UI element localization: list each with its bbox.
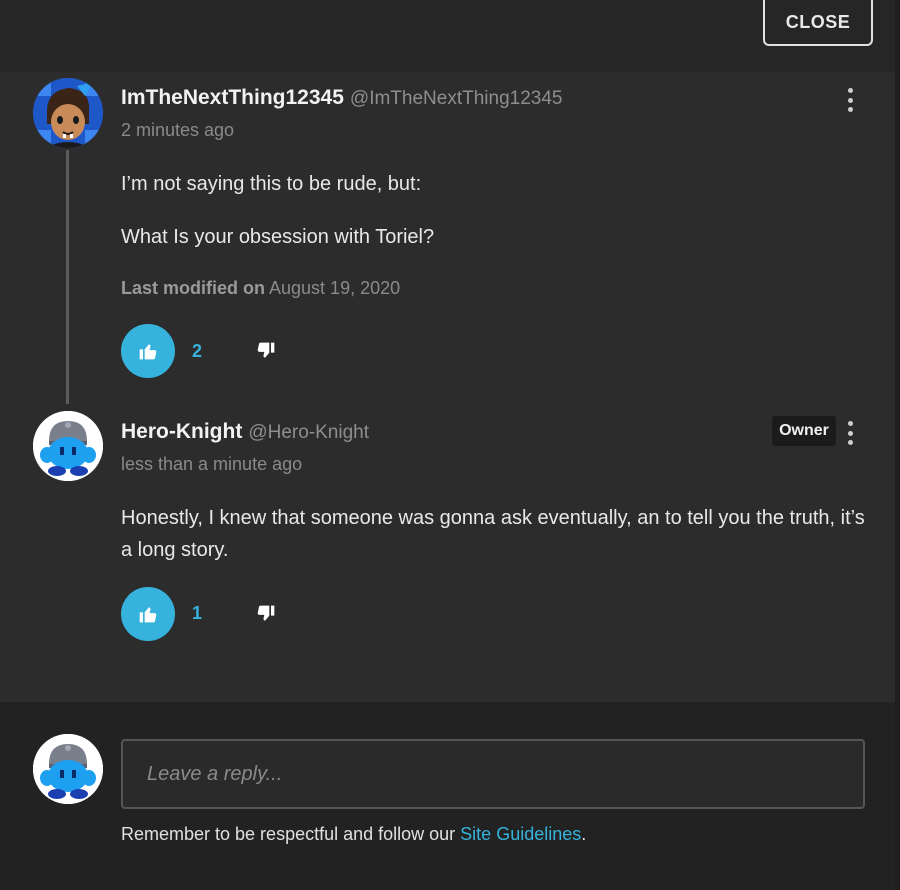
comment-body-line: I’m not saying this to be rude, but:: [121, 173, 422, 195]
owner-badge: Owner: [772, 416, 836, 446]
site-guidelines-link[interactable]: Site Guidelines: [460, 824, 581, 844]
dislike-button[interactable]: [254, 602, 278, 626]
kebab-menu-icon[interactable]: [843, 419, 857, 447]
guidelines-suffix: .: [581, 824, 587, 844]
thumbs-down-icon: [257, 342, 275, 358]
like-button[interactable]: [121, 587, 175, 641]
comment-author[interactable]: ImTheNextThing12345 @ImTheNextThing12345: [121, 86, 562, 110]
close-button[interactable]: CLOSE: [763, 0, 873, 46]
modal-top-bar: [0, 0, 895, 72]
like-button[interactable]: [121, 324, 175, 378]
reply-input[interactable]: [121, 739, 865, 809]
author-name[interactable]: ImTheNextThing12345: [121, 86, 344, 109]
last-modified-label: Last modified on: [121, 278, 265, 298]
last-modified-date: August 19, 2020: [269, 278, 401, 298]
avatar-hero-knight[interactable]: [33, 411, 103, 481]
comment-body: Honestly, I knew that someone was gonna …: [121, 507, 865, 561]
like-count: 1: [192, 603, 203, 623]
last-modified: Last modified on August 19, 2020: [121, 278, 400, 299]
page-background-edge: [895, 0, 900, 890]
thumbs-up-icon: [139, 344, 157, 360]
avatar-imthenextthing[interactable]: [33, 78, 103, 148]
kebab-menu-icon[interactable]: [843, 86, 857, 114]
comment-modal: CLOSE ImTheNextThing12345 @ImTheNextThing…: [0, 0, 895, 890]
comment-author[interactable]: Hero-Knight @Hero-Knight: [121, 420, 369, 444]
avatar-image: [33, 734, 103, 804]
author-handle: @Hero-Knight: [248, 422, 369, 443]
comment-body-line: What Is your obsession with Toriel?: [121, 226, 435, 248]
current-user-avatar: [33, 734, 103, 804]
author-handle: @ImTheNextThing12345: [349, 88, 563, 109]
author-name[interactable]: Hero-Knight: [121, 420, 242, 443]
guidelines-note: Remember to be respectful and follow our…: [121, 824, 586, 845]
comment-timestamp: less than a minute ago: [121, 454, 303, 474]
thumbs-down-icon: [257, 605, 275, 621]
avatar-image: [33, 411, 103, 481]
guidelines-prefix: Remember to be respectful and follow our: [121, 824, 461, 844]
avatar-image: [33, 78, 103, 148]
thumbs-up-icon: [139, 607, 157, 623]
like-count: 2: [192, 341, 203, 361]
comment-timestamp: 2 minutes ago: [121, 120, 235, 140]
thread-connector-line: [66, 150, 69, 404]
dislike-button[interactable]: [254, 339, 278, 363]
